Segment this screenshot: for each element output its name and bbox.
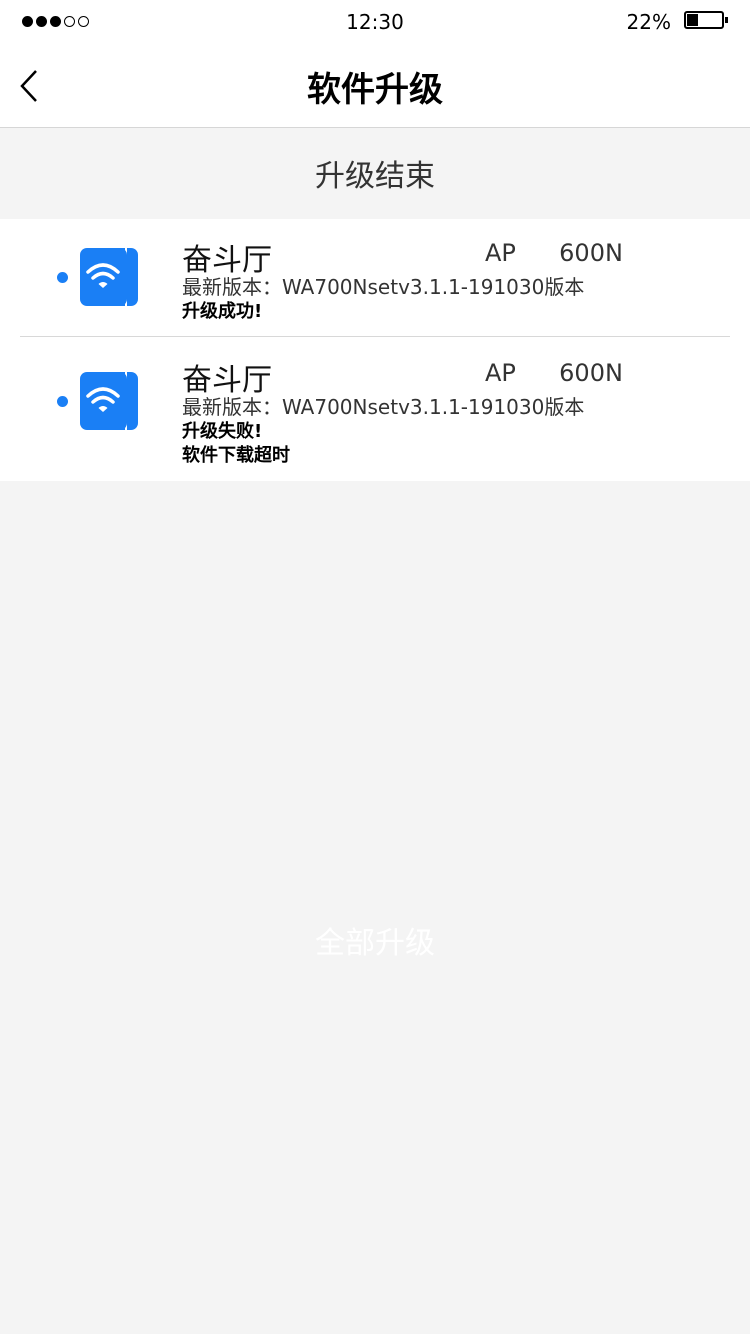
- wifi-device-icon: [80, 372, 138, 430]
- nav-bar: 软件升级: [0, 44, 750, 128]
- device-model: AP 600N: [485, 239, 623, 267]
- device-version: 最新版本：WA700Nsetv3.1.1-191030版本: [182, 275, 585, 299]
- device-version: 最新版本：WA700Nsetv3.1.1-191030版本: [182, 395, 585, 419]
- battery-icon: [684, 11, 728, 29]
- list-item[interactable]: 奋斗厅 AP 600N 最新版本：WA700Nsetv3.1.1-191030版…: [0, 219, 750, 337]
- battery-percent: 22%: [626, 10, 671, 34]
- status-bar: 12:30 22%: [0, 0, 750, 44]
- status-dot: [57, 396, 68, 407]
- wifi-device-icon: [80, 248, 138, 306]
- upgrade-error-detail: 软件下载超时: [182, 445, 290, 466]
- status-dot: [57, 272, 68, 283]
- upgrade-status: 升级失败!: [182, 421, 263, 442]
- page-title: 软件升级: [307, 70, 443, 110]
- upgrade-all-button[interactable]: 全部升级: [0, 918, 750, 962]
- upgrade-status: 升级成功!: [182, 301, 263, 322]
- section-header: 升级结束: [0, 128, 750, 218]
- list-item[interactable]: 奋斗厅 AP 600N 最新版本：WA700Nsetv3.1.1-191030版…: [0, 337, 750, 481]
- device-model: AP 600N: [485, 359, 623, 387]
- device-list: 奋斗厅 AP 600N 最新版本：WA700Nsetv3.1.1-191030版…: [0, 219, 750, 481]
